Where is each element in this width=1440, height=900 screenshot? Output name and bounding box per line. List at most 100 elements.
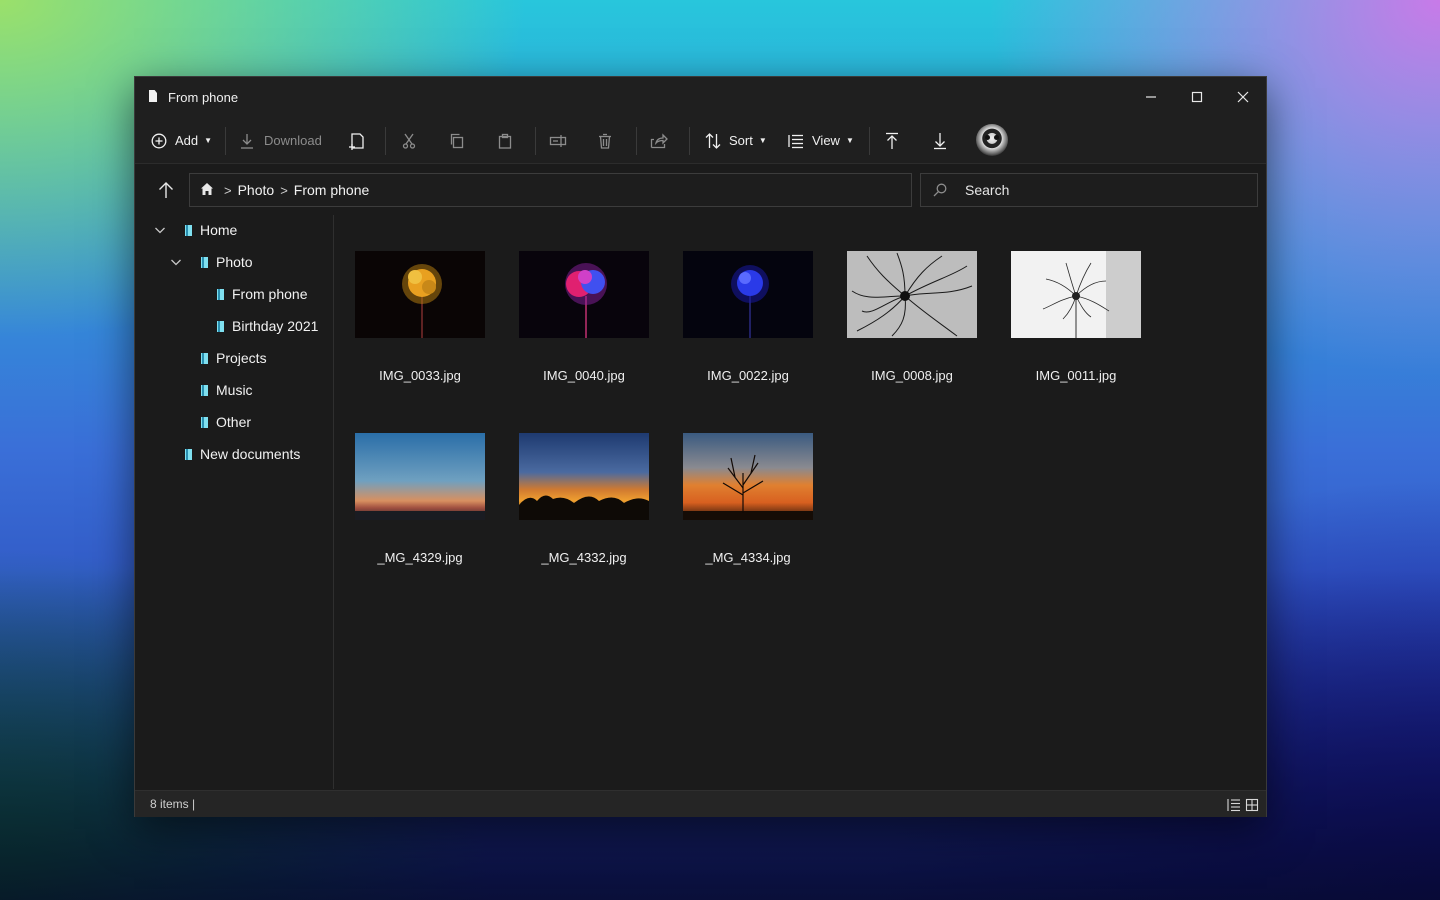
- file-name: _MG_4329.jpg: [377, 550, 463, 565]
- notebook-icon: [185, 224, 192, 236]
- search-placeholder: Search: [965, 182, 1010, 198]
- sidebar-item-birthday-2021[interactable]: Birthday 2021: [217, 313, 318, 339]
- command-bar: Add ▼ Download Sort ▼ View ▼: [135, 117, 1266, 164]
- delete-button[interactable]: [598, 117, 612, 164]
- details-view-button[interactable]: [1227, 798, 1241, 812]
- image-thumbnail: [355, 433, 485, 520]
- maximize-button[interactable]: [1179, 83, 1215, 111]
- file-name: _MG_4334.jpg: [705, 550, 791, 565]
- file-tile[interactable]: _MG_4329.jpg: [335, 397, 485, 565]
- image-thumbnail: [1011, 251, 1141, 338]
- sidebar-item-label: Music: [216, 382, 253, 398]
- image-thumbnail: [519, 251, 649, 338]
- file-tile[interactable]: IMG_0022.jpg: [663, 215, 813, 383]
- sidebar-item-label: Projects: [216, 350, 267, 366]
- copy-icon: [450, 133, 464, 148]
- search-icon: [933, 183, 947, 197]
- item-count: 8 items |: [150, 797, 196, 811]
- breadcrumb-from-phone[interactable]: From phone: [294, 182, 369, 198]
- toolbar-divider: [535, 127, 536, 155]
- view-button[interactable]: View ▼: [788, 117, 854, 164]
- download-label: Download: [264, 133, 322, 148]
- upload-button[interactable]: [885, 117, 899, 164]
- clipboard-icon: [498, 133, 512, 149]
- close-icon: [1237, 91, 1249, 103]
- sidebar-item-photo[interactable]: Photo: [201, 249, 253, 275]
- share-button[interactable]: [650, 117, 668, 164]
- minimize-button[interactable]: [1133, 83, 1169, 111]
- toolbar-divider: [636, 127, 637, 155]
- title-bar: From phone: [135, 77, 1266, 117]
- breadcrumb-photo[interactable]: Photo: [238, 182, 275, 198]
- paste-button[interactable]: [497, 117, 513, 164]
- sort-label: Sort: [729, 133, 753, 148]
- cut-button[interactable]: [402, 117, 416, 164]
- grid-view-icon: [1245, 798, 1259, 812]
- add-button[interactable]: Add ▼: [151, 117, 212, 164]
- toolbar-divider: [225, 127, 226, 155]
- image-thumbnail: [683, 251, 813, 338]
- sidebar-item-label: New documents: [200, 446, 301, 462]
- file-name: _MG_4332.jpg: [541, 550, 627, 565]
- trash-icon: [599, 133, 611, 149]
- chevron-down-icon[interactable]: [170, 256, 182, 268]
- file-tile[interactable]: _MG_4332.jpg: [499, 397, 649, 565]
- chevron-down-icon: ▼: [845, 136, 854, 145]
- scissors-icon: [402, 133, 416, 149]
- sidebar-item-other[interactable]: Other: [201, 409, 251, 435]
- chevron-right-icon: >: [224, 182, 232, 198]
- sidebar-item-from-phone[interactable]: From phone: [217, 281, 307, 307]
- copy-button[interactable]: [449, 117, 465, 164]
- sidebar-item-projects[interactable]: Projects: [201, 345, 267, 371]
- toolbar-divider: [869, 127, 870, 155]
- window-title: From phone: [168, 90, 239, 105]
- arrow-up-icon: [159, 182, 173, 198]
- address-bar[interactable]: > Photo > From phone: [189, 173, 912, 207]
- sidebar-item-home[interactable]: Home: [185, 217, 237, 243]
- file-explorer-window: From phone Add ▼ Download Sort ▼ View ▼ …: [134, 76, 1267, 817]
- status-bar: 8 items |: [135, 790, 1266, 817]
- list-view-icon: [788, 134, 803, 148]
- chevron-down-icon[interactable]: [154, 224, 166, 236]
- notebook-icon: [201, 384, 208, 396]
- file-tile[interactable]: IMG_0040.jpg: [499, 215, 649, 383]
- sidebar-item-label: Photo: [216, 254, 253, 270]
- file-name: IMG_0040.jpg: [543, 368, 625, 383]
- file-name: IMG_0008.jpg: [871, 368, 953, 383]
- rename-button[interactable]: [549, 117, 567, 164]
- chevron-right-icon: >: [280, 182, 288, 198]
- toolbar-divider: [385, 127, 386, 155]
- download-button[interactable]: Download: [240, 117, 322, 164]
- up-button[interactable]: [153, 177, 179, 203]
- tiles-view-button[interactable]: [1245, 798, 1259, 812]
- file-name: IMG_0011.jpg: [1035, 368, 1117, 383]
- image-thumbnail: [355, 251, 485, 338]
- image-thumbnail: [519, 433, 649, 520]
- file-tile[interactable]: IMG_0011.jpg: [991, 215, 1141, 383]
- notebook-icon: [201, 416, 208, 428]
- close-button[interactable]: [1225, 83, 1261, 111]
- file-tile[interactable]: _MG_4334.jpg: [663, 397, 813, 565]
- sidebar-item-music[interactable]: Music: [201, 377, 253, 403]
- sort-button[interactable]: Sort ▼: [705, 117, 767, 164]
- search-box[interactable]: Search: [920, 173, 1258, 207]
- download-icon: [241, 133, 253, 149]
- sidebar-item-new-documents[interactable]: New documents: [185, 441, 300, 467]
- image-thumbnail: [847, 251, 977, 338]
- new-item-button[interactable]: [348, 117, 366, 164]
- file-tile[interactable]: IMG_0033.jpg: [335, 215, 485, 383]
- file-tile[interactable]: IMG_0008.jpg: [827, 215, 977, 383]
- user-avatar[interactable]: [976, 124, 1008, 156]
- home-icon[interactable]: [200, 182, 214, 199]
- file-grid: IMG_0033.jpg IMG_0040.jpg IMG_0022.jpg I…: [335, 215, 1266, 789]
- sidebar-item-label: Home: [200, 222, 238, 238]
- new-file-icon: [349, 132, 364, 150]
- details-view-icon: [1227, 799, 1240, 812]
- document-icon: [149, 90, 157, 102]
- file-name: IMG_0022.jpg: [707, 368, 789, 383]
- image-thumbnail: [683, 433, 813, 520]
- download-arrow-button[interactable]: [933, 117, 947, 164]
- sidebar-item-label: Other: [216, 414, 252, 430]
- navigation-pane: Home Photo From phone Birthday 2021 Proj…: [135, 215, 334, 789]
- notebook-icon: [217, 288, 224, 300]
